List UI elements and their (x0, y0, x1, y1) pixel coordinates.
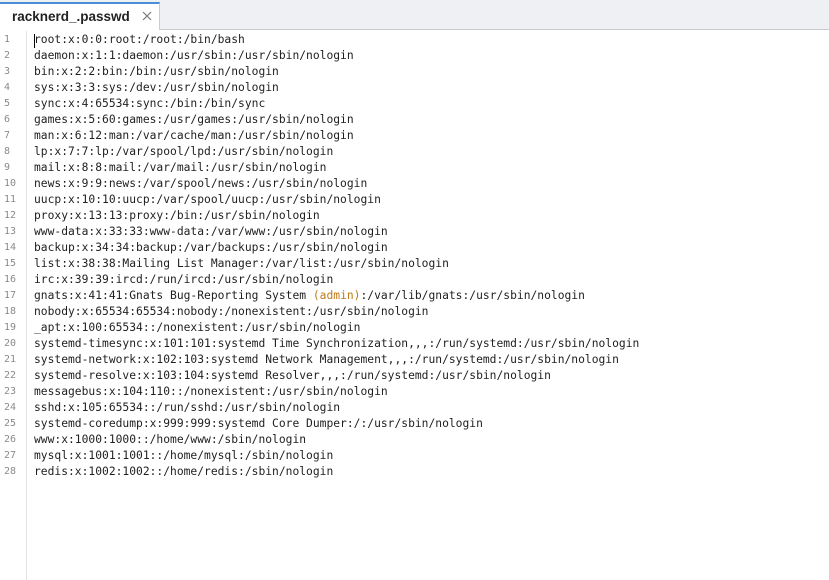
line-number: 27 (4, 450, 17, 461)
code-text: :/var/lib/gnats:/usr/sbin/nologin (360, 289, 585, 302)
line-number: 25 (4, 418, 17, 429)
code-line: sshd:x:105:65534::/run/sshd:/usr/sbin/no… (34, 401, 341, 414)
code-line: messagebus:x:104:110::/nonexistent:/usr/… (34, 385, 388, 398)
text-editor[interactable]: 1 2 3 4 5 6 7 8 9 10 11 12 13 14 15 16 1… (0, 31, 829, 580)
tab-title: racknerd_.passwd (12, 9, 130, 24)
line-number: 26 (4, 434, 17, 445)
line-number: 24 (4, 402, 17, 413)
code-line: mail:x:8:8:mail:/var/mail:/usr/sbin/nolo… (34, 161, 327, 174)
code-line: systemd-timesync:x:101:101:systemd Time … (34, 337, 640, 350)
line-number: 3 (4, 66, 11, 77)
code-text: gnats:x:41:41:Gnats Bug-Reporting System (34, 289, 313, 302)
code-line: root:x:0:0:root:/root:/bin/bash (34, 33, 245, 46)
line-number: 19 (4, 322, 17, 333)
tab-racknerd-passwd[interactable]: racknerd_.passwd (0, 2, 160, 30)
code-line: list:x:38:38:Mailing List Manager:/var/l… (34, 257, 449, 270)
line-number: 14 (4, 242, 17, 253)
code-line: sys:x:3:3:sys:/dev:/usr/sbin/nologin (34, 81, 279, 94)
line-number: 4 (4, 82, 11, 93)
code-line: www-data:x:33:33:www-data:/var/www:/usr/… (34, 225, 388, 238)
line-number: 17 (4, 290, 17, 301)
code-line: backup:x:34:34:backup:/var/backups:/usr/… (34, 241, 388, 254)
code-line: man:x:6:12:man:/var/cache/man:/usr/sbin/… (34, 129, 354, 142)
code-line: lp:x:7:7:lp:/var/spool/lpd:/usr/sbin/nol… (34, 145, 334, 158)
code-line: irc:x:39:39:ircd:/run/ircd:/usr/sbin/nol… (34, 273, 334, 286)
close-tab-button[interactable] (140, 9, 154, 23)
tab-bar: racknerd_.passwd (0, 0, 829, 30)
line-number: 23 (4, 386, 17, 397)
code-line: nobody:x:65534:65534:nobody:/nonexistent… (34, 305, 429, 318)
text-caret (34, 34, 35, 48)
code-line: www:x:1000:1000::/home/www:/sbin/nologin (34, 433, 307, 446)
code-line: _apt:x:100:65534::/nonexistent:/usr/sbin… (34, 321, 361, 334)
code-line: sync:x:4:65534:sync:/bin:/bin/sync (34, 97, 266, 110)
highlighted-token: (admin) (312, 289, 361, 302)
code-line: proxy:x:13:13:proxy:/bin:/usr/sbin/nolog… (34, 209, 320, 222)
line-number: 22 (4, 370, 17, 381)
code-line: bin:x:2:2:bin:/bin:/usr/sbin/nologin (34, 65, 279, 78)
line-number: 7 (4, 130, 11, 141)
line-number: 6 (4, 114, 11, 125)
code-area[interactable]: root:x:0:0:root:/root:/bin/bash daemon:x… (34, 31, 829, 580)
line-number: 28 (4, 466, 17, 477)
line-number: 16 (4, 274, 17, 285)
line-number: 1 (4, 34, 11, 45)
code-line: games:x:5:60:games:/usr/games:/usr/sbin/… (34, 113, 354, 126)
line-number: 2 (4, 50, 11, 61)
code-line: mysql:x:1001:1001::/home/mysql:/sbin/nol… (34, 449, 334, 462)
line-number: 20 (4, 338, 17, 349)
line-number: 8 (4, 146, 11, 157)
line-number-gutter: 1 2 3 4 5 6 7 8 9 10 11 12 13 14 15 16 1… (0, 31, 27, 580)
line-number: 21 (4, 354, 17, 365)
line-number: 15 (4, 258, 17, 269)
code-line-17: gnats:x:41:41:Gnats Bug-Reporting System… (34, 288, 585, 304)
line-number: 9 (4, 162, 11, 173)
code-line: systemd-network:x:102:103:systemd Networ… (34, 353, 619, 366)
code-line: systemd-resolve:x:103:104:systemd Resolv… (34, 369, 551, 382)
line-number: 13 (4, 226, 17, 237)
line-number: 12 (4, 210, 17, 221)
code-line: systemd-coredump:x:999:999:systemd Core … (34, 417, 483, 430)
code-line: uucp:x:10:10:uucp:/var/spool/uucp:/usr/s… (34, 193, 381, 206)
code-line: daemon:x:1:1:daemon:/usr/sbin:/usr/sbin/… (34, 49, 354, 62)
code-line: redis:x:1002:1002::/home/redis:/sbin/nol… (34, 465, 334, 478)
line-number: 10 (4, 178, 17, 189)
close-icon (142, 11, 152, 21)
line-number: 11 (4, 194, 17, 205)
line-number: 5 (4, 98, 11, 109)
code-line: news:x:9:9:news:/var/spool/news:/usr/sbi… (34, 177, 368, 190)
line-number: 18 (4, 306, 17, 317)
